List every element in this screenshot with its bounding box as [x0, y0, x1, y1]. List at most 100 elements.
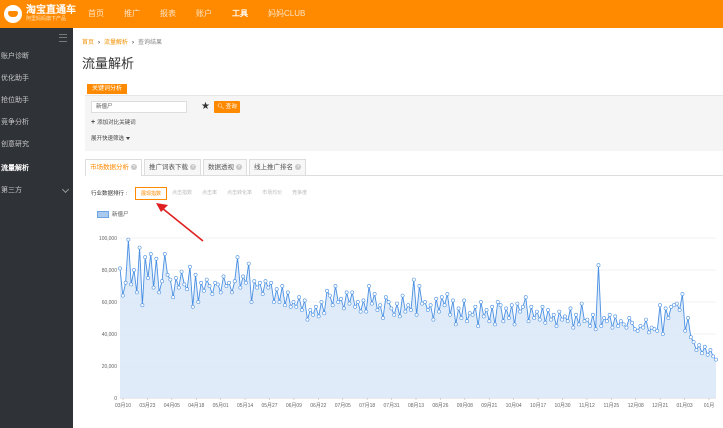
data-point[interactable]: [400, 293, 405, 298]
data-point[interactable]: [221, 274, 226, 279]
data-point[interactable]: [624, 325, 629, 330]
data-point[interactable]: [456, 306, 461, 311]
data-point[interactable]: [613, 314, 618, 319]
data-point[interactable]: [507, 316, 511, 320]
data-point[interactable]: [568, 306, 573, 311]
data-point[interactable]: [118, 266, 122, 271]
data-point[interactable]: [176, 285, 181, 290]
data-point[interactable]: [361, 298, 366, 303]
data-point[interactable]: [674, 301, 679, 306]
data-point[interactable]: [501, 319, 506, 324]
data-point[interactable]: [551, 312, 556, 317]
data-point[interactable]: [193, 272, 198, 277]
data-point[interactable]: [299, 308, 304, 312]
data-point[interactable]: [383, 295, 388, 300]
data-point[interactable]: [714, 357, 718, 362]
data-point[interactable]: [537, 317, 542, 322]
data-point[interactable]: [705, 352, 710, 357]
data-point[interactable]: [216, 282, 220, 287]
data-point[interactable]: [604, 319, 609, 324]
data-point[interactable]: [529, 304, 534, 309]
data-point[interactable]: [179, 269, 184, 274]
data-point[interactable]: [641, 325, 646, 330]
data-point[interactable]: [599, 324, 604, 328]
data-point[interactable]: [479, 300, 483, 304]
data-point[interactable]: [493, 322, 497, 327]
data-point[interactable]: [232, 279, 237, 284]
data-point[interactable]: [439, 295, 444, 300]
data-point[interactable]: [325, 288, 329, 293]
data-point[interactable]: [630, 320, 634, 325]
data-point[interactable]: [375, 308, 380, 312]
data-point[interactable]: [291, 300, 296, 304]
data-point[interactable]: [392, 312, 397, 317]
data-point[interactable]: [697, 343, 702, 348]
data-point[interactable]: [143, 255, 148, 260]
data-point[interactable]: [635, 328, 640, 333]
data-point[interactable]: [574, 312, 578, 317]
data-point[interactable]: [372, 292, 377, 296]
data-point[interactable]: [557, 309, 562, 314]
data-point[interactable]: [473, 304, 478, 309]
data-point[interactable]: [616, 324, 620, 328]
data-point[interactable]: [204, 277, 209, 282]
data-point[interactable]: [498, 303, 503, 308]
data-point[interactable]: [350, 290, 355, 295]
data-point[interactable]: [476, 324, 481, 328]
data-point[interactable]: [260, 292, 265, 296]
data-point[interactable]: [540, 304, 545, 309]
data-point[interactable]: [484, 308, 489, 312]
data-point[interactable]: [680, 292, 685, 296]
data-point[interactable]: [269, 280, 274, 285]
data-point[interactable]: [621, 322, 626, 327]
data-point[interactable]: [137, 245, 142, 250]
data-point[interactable]: [378, 303, 383, 308]
data-point[interactable]: [411, 277, 416, 282]
data-point[interactable]: [490, 304, 495, 309]
data-point[interactable]: [347, 301, 352, 306]
data-point[interactable]: [618, 319, 623, 324]
data-point[interactable]: [644, 317, 648, 322]
data-point[interactable]: [316, 314, 321, 319]
data-point[interactable]: [244, 280, 248, 285]
data-point[interactable]: [146, 276, 150, 280]
data-point[interactable]: [688, 335, 693, 340]
data-point[interactable]: [590, 312, 595, 317]
data-point[interactable]: [414, 312, 419, 317]
data-point[interactable]: [311, 312, 315, 317]
data-point[interactable]: [271, 300, 276, 304]
data-point[interactable]: [277, 300, 282, 304]
data-point[interactable]: [451, 298, 455, 303]
data-point[interactable]: [666, 316, 671, 320]
data-point[interactable]: [442, 303, 447, 308]
data-point[interactable]: [512, 322, 517, 327]
data-point[interactable]: [196, 300, 201, 304]
data-point[interactable]: [487, 319, 492, 324]
data-point[interactable]: [249, 300, 254, 304]
data-point[interactable]: [565, 319, 570, 324]
data-point[interactable]: [417, 284, 422, 288]
data-point[interactable]: [576, 322, 581, 327]
data-point[interactable]: [364, 309, 369, 314]
data-point[interactable]: [333, 284, 338, 288]
data-point[interactable]: [495, 300, 500, 304]
data-point[interactable]: [381, 316, 385, 320]
data-point[interactable]: [437, 309, 441, 314]
data-point[interactable]: [283, 303, 287, 308]
data-point[interactable]: [341, 306, 346, 311]
data-point[interactable]: [691, 340, 696, 344]
data-point[interactable]: [397, 314, 402, 319]
data-point[interactable]: [646, 330, 651, 335]
data-point[interactable]: [252, 279, 257, 284]
data-point[interactable]: [297, 295, 301, 300]
data-point[interactable]: [462, 298, 467, 303]
data-point[interactable]: [588, 324, 592, 328]
data-point[interactable]: [711, 354, 716, 359]
data-point[interactable]: [353, 304, 357, 309]
data-point[interactable]: [523, 295, 528, 300]
data-point[interactable]: [406, 303, 411, 308]
data-point[interactable]: [481, 314, 486, 319]
data-point[interactable]: [563, 314, 567, 319]
data-point[interactable]: [230, 290, 234, 295]
data-point[interactable]: [515, 301, 520, 306]
